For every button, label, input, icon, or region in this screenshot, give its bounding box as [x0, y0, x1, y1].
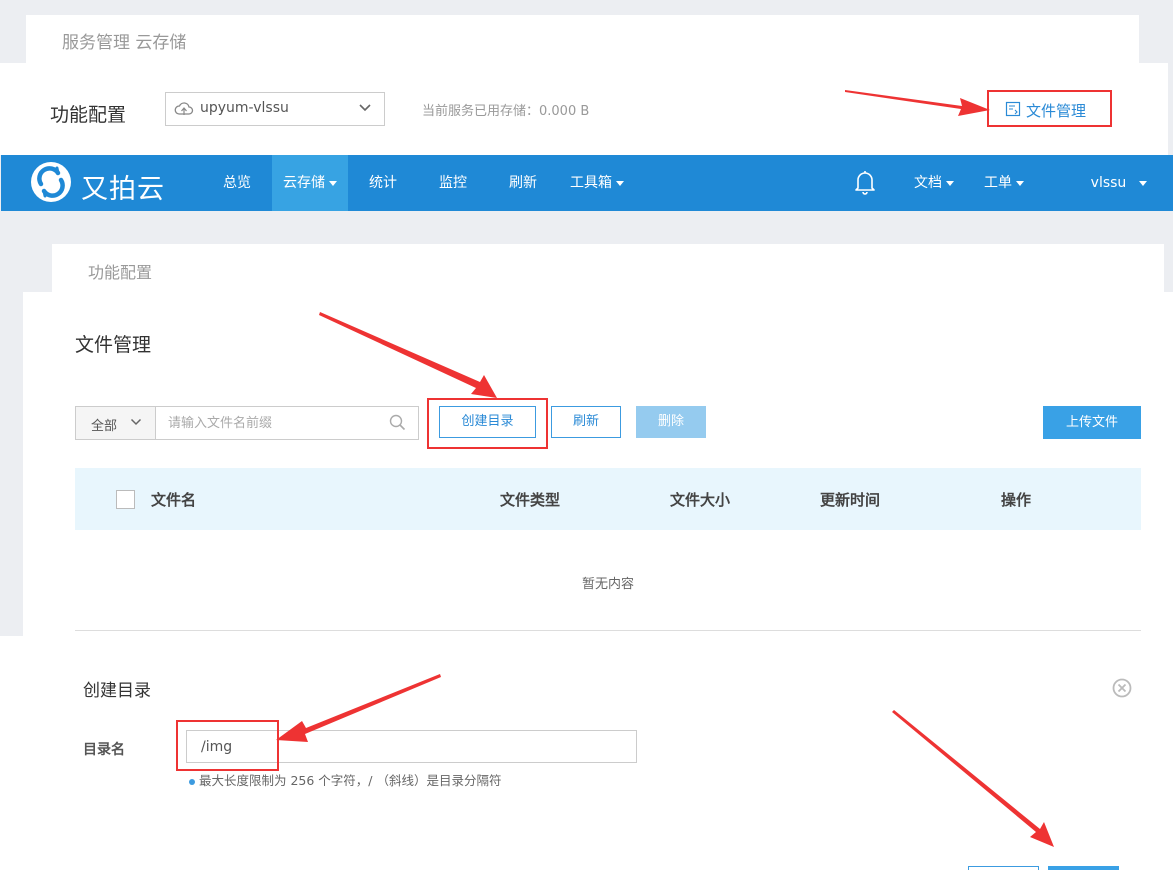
nav-cloud-storage-label: 云存储 [283, 175, 325, 191]
refresh-button[interactable]: 刷新 [551, 406, 621, 438]
nav-statistics-label: 统计 [369, 175, 397, 191]
service-select[interactable]: upyum-vlssu [165, 92, 385, 126]
delete-button[interactable]: 删除 [636, 406, 706, 438]
nav-docs[interactable]: 文档 [904, 155, 964, 211]
chevron-down-icon [130, 418, 142, 426]
caret-down-icon [1139, 180, 1148, 186]
column-name[interactable]: 文件名 [151, 489, 196, 510]
breadcrumb-text: 服务管理 云存储 [62, 33, 187, 53]
caret-down-icon [946, 180, 954, 186]
table-divider [75, 630, 1141, 631]
empty-state: 暂无内容 [581, 577, 634, 592]
cloud-icon [174, 102, 194, 115]
confirm-button[interactable] [1048, 866, 1119, 870]
breadcrumb-top: 服务管理 云存储 [26, 15, 1139, 63]
caret-down-icon [1016, 180, 1024, 186]
nav-overview[interactable]: 总览 [208, 155, 266, 211]
nav-toolbox-label: 工具箱 [570, 175, 612, 191]
brand-name: 又拍云 [81, 174, 165, 205]
function-config-panel: 功能配置 upyum-vlssu 当前服务已用存储：0.000 B 文件管理 [0, 63, 1168, 155]
nav-docs-label: 文档 [914, 175, 942, 191]
nav-cloud-storage[interactable]: 云存储 [272, 155, 348, 211]
info-dot-icon [189, 778, 195, 785]
nav-refresh[interactable]: 刷新 [494, 155, 552, 211]
nav-toolbox[interactable]: 工具箱 [561, 155, 633, 211]
nav-tickets-label: 工单 [984, 175, 1012, 191]
file-manage-link-label: 文件管理 [1026, 102, 1087, 120]
logo-icon[interactable] [29, 160, 73, 204]
close-circle-icon[interactable] [1112, 678, 1132, 698]
file-manage-link[interactable]: 文件管理 [987, 90, 1112, 127]
breadcrumb-config-text: 功能配置 [88, 263, 153, 282]
nav-monitor-label: 监控 [439, 175, 467, 191]
dir-name-hint: 最大长度限制为 256 个字符，/ （斜线）是目录分隔符 [189, 770, 502, 789]
column-updated[interactable]: 更新时间 [820, 489, 880, 510]
search-input[interactable] [157, 407, 387, 439]
caret-down-icon [616, 180, 624, 186]
function-config-label: 功能配置 [50, 104, 127, 126]
annotation-box-input [176, 720, 279, 771]
nav-overview-label: 总览 [223, 175, 251, 191]
upload-button[interactable]: 上传文件 [1043, 406, 1141, 439]
cancel-button[interactable] [968, 866, 1039, 870]
filter-type-select[interactable]: 全部 [76, 407, 156, 439]
file-manage-icon [1005, 101, 1021, 117]
nav-user-menu[interactable]: vlssu [1084, 155, 1154, 211]
nav-statistics[interactable]: 统计 [354, 155, 412, 211]
service-select-value: upyum-vlssu [200, 100, 289, 116]
dir-name-label: 目录名 [83, 742, 125, 758]
dialog-title: 创建目录 [83, 681, 151, 701]
column-size[interactable]: 文件大小 [670, 489, 730, 510]
bell-icon[interactable] [853, 169, 877, 195]
usage-text: 当前服务已用存储：0.000 B [422, 104, 590, 119]
file-filter: 全部 [75, 406, 419, 440]
select-all-checkbox[interactable] [116, 490, 135, 509]
top-navbar: 又拍云 总览 云存储 统计 监控 刷新 工具箱 文档 工单 vlssu [1, 155, 1173, 211]
breadcrumb-config: 功能配置 [52, 244, 1164, 292]
page-title: 文件管理 [75, 334, 152, 356]
chevron-down-icon [359, 104, 371, 112]
nav-user-label: vlssu [1090, 175, 1127, 191]
create-dir-dialog: 创建目录 目录名 最大长度限制为 256 个字符，/ （斜线）是目录分隔符 [0, 636, 1173, 870]
annotation-box-create [427, 398, 548, 449]
filter-type-value: 全部 [91, 419, 118, 434]
caret-down-icon [329, 180, 337, 186]
search-icon[interactable] [389, 414, 406, 431]
nav-tickets[interactable]: 工单 [974, 155, 1034, 211]
table-header: 文件名 文件类型 文件大小 更新时间 操作 [75, 468, 1141, 530]
column-type[interactable]: 文件类型 [500, 489, 560, 510]
nav-monitor[interactable]: 监控 [424, 155, 482, 211]
column-actions: 操作 [1001, 491, 1032, 509]
file-manage-panel: 文件管理 全部 创建目录 刷新 删除 上传文件 文件名 文件类型 文件大小 更新… [23, 292, 1173, 636]
nav-refresh-label: 刷新 [509, 175, 537, 191]
dir-name-hint-text: 最大长度限制为 256 个字符，/ （斜线）是目录分隔符 [199, 773, 502, 788]
